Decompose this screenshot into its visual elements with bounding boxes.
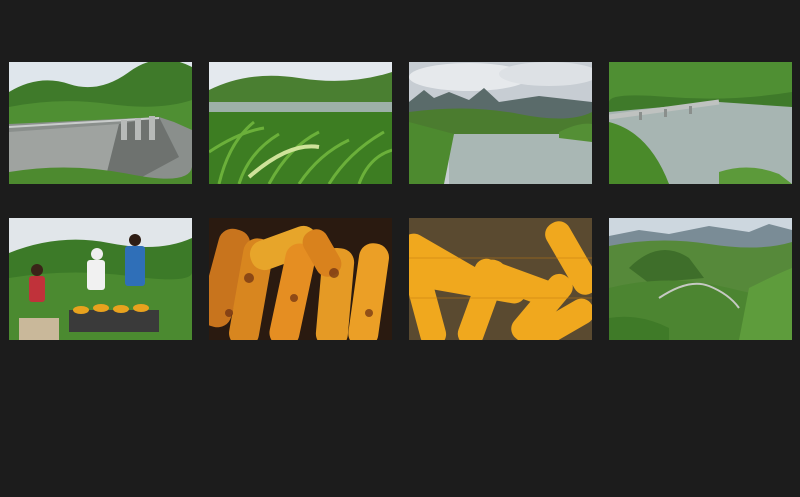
corn-field-photo xyxy=(209,62,392,184)
roasted-corn-photo xyxy=(209,218,392,340)
reservoir-photo xyxy=(409,62,592,184)
bridge-photo xyxy=(609,62,792,184)
valley-photo xyxy=(609,218,792,340)
thumbnail-corn-field[interactable] xyxy=(209,62,392,184)
boiled-corn-photo xyxy=(409,218,592,340)
thumbnail-reservoir-mountains[interactable] xyxy=(409,62,592,184)
thumbnail-valley[interactable] xyxy=(609,218,792,340)
thumbnail-grilling[interactable] xyxy=(9,218,192,340)
dam-photo xyxy=(9,62,192,184)
grilling-photo xyxy=(9,218,192,340)
thumbnail-roasted-corn[interactable] xyxy=(209,218,392,340)
thumbnail-boiled-corn[interactable] xyxy=(409,218,592,340)
thumbnail-bridge[interactable] xyxy=(609,62,792,184)
photo-gallery xyxy=(0,0,800,497)
thumbnail-dam[interactable] xyxy=(9,62,192,184)
